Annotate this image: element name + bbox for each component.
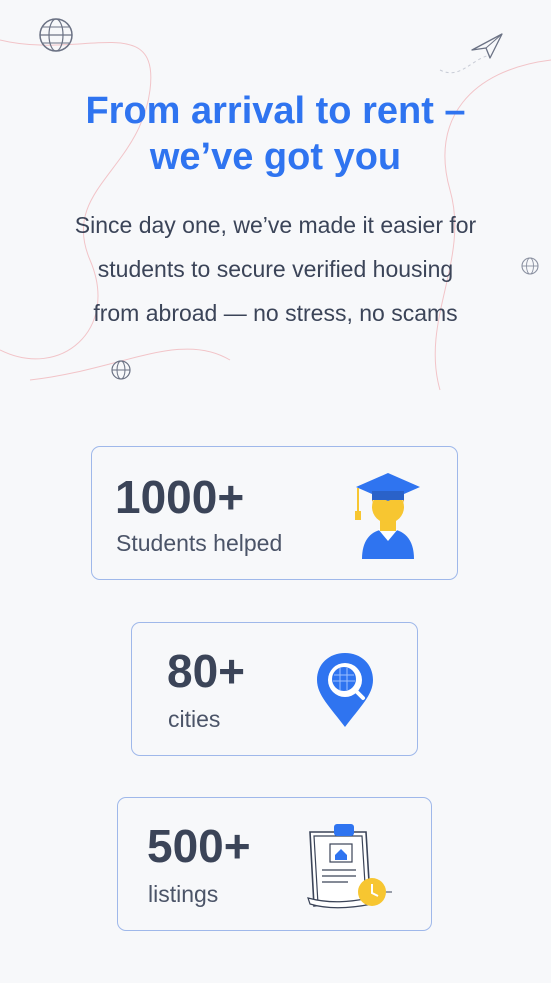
stat-label: listings: [148, 881, 219, 907]
stat-card-students: 1000+ Students helped: [91, 446, 458, 580]
stat-value: 80+: [167, 645, 246, 697]
hero-title-line: we’ve got you: [149, 136, 402, 178]
graduate-icon: [355, 473, 420, 559]
stat-value: 500+: [147, 820, 251, 872]
globe-icon: [111, 360, 131, 380]
hero-title-line: From arrival to rent –: [85, 90, 466, 132]
hero-subtitle-line: from abroad — no stress, no scams: [93, 300, 458, 326]
location-pin-icon: [317, 653, 373, 727]
stat-label: cities: [168, 706, 221, 732]
hero-subtitle: Since day one, we’ve made it easier for …: [20, 203, 531, 335]
hero-subtitle-line: Since day one, we’ve made it easier for: [74, 212, 477, 238]
globe-icon: [39, 18, 73, 52]
stat-label: Students helped: [116, 530, 283, 556]
hero-title: From arrival to rent – we’ve got you: [0, 88, 551, 180]
stat-card-listings: 500+ listings: [117, 797, 432, 931]
stat-card-cities: 80+ cities: [131, 622, 418, 756]
hero-subtitle-line: students to secure verified housing: [97, 256, 454, 282]
stat-value: 1000+: [115, 471, 245, 523]
clipboard-listing-icon: [307, 824, 392, 909]
paper-plane-icon: [471, 33, 503, 59]
